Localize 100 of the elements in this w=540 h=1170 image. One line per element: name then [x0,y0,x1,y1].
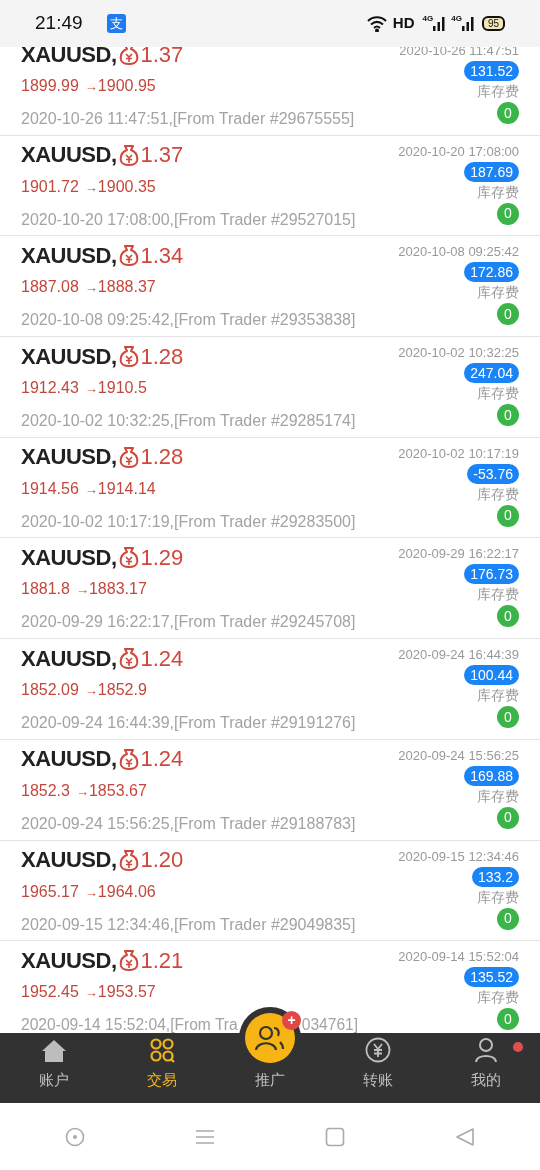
home-square-icon[interactable] [325,1126,345,1147]
tab[interactable]: 账户 [0,1033,108,1103]
promote-button[interactable] [245,1013,295,1063]
swap-badge: 0 [497,706,519,729]
money-bag-icon [118,345,139,368]
open-price: 1914.56 [21,478,79,499]
money-bag-icon [118,244,139,267]
close-price: 1852.9 [97,680,147,701]
lot-size: 1.24 [140,644,184,673]
symbol: XAUUSD, [21,745,117,774]
trade-note: 2020-09-15 12:34:46,[From Trader #29049835] [21,914,356,935]
arrow: → [75,581,89,600]
open-price: 1852.3 [21,780,70,801]
fee-label: 库存费 [477,283,519,303]
app-icon: 支 [106,14,126,33]
clock: 21:49 [35,11,83,36]
profit-badge: 247.04 [464,363,519,384]
trade-time: 2020-09-15 12:34:46 [398,847,519,865]
network-label: 4G [451,13,462,25]
open-price: 1965.17 [21,881,79,902]
trade-time: 2020-10-02 10:32:25 [398,344,519,362]
fee-label: 库存费 [477,887,519,907]
signal-icon [461,16,474,31]
person-icon [474,1036,498,1063]
profit-badge: 133.2 [471,866,519,887]
arrow: → [84,984,98,1003]
fee-label: 库存费 [477,686,519,706]
trade-note: 2020-09-14 15:52:04,[From Tra [21,1015,238,1033]
trade-note: 2020-10-08 09:25:42,[From Trader #29353838] [21,310,356,331]
profit-badge: 176.73 [464,564,519,585]
fee-label: 库存费 [477,988,519,1008]
tab[interactable]: 转账 [324,1033,432,1103]
open-price: 1852.09 [21,680,79,701]
lot-size: 1.24 [140,745,184,774]
home-icon [41,1038,67,1063]
arrow: → [84,178,98,197]
trade-note: 2020-09-24 15:56:25,[From Trader #29188783] [21,813,356,834]
swap-badge: 0 [497,1008,519,1031]
tab-label: 交易 [147,1069,177,1090]
arrow: → [84,380,98,399]
lot-size: 1.28 [140,342,184,371]
symbol: XAUUSD, [21,342,117,371]
lot-size: 1.28 [140,443,184,472]
arrow: → [84,682,98,701]
money-bag-icon [118,143,139,166]
back-icon[interactable] [455,1126,475,1147]
close-price: 1910.5 [97,378,147,399]
open-price: 1901.72 [21,176,79,197]
money-bag-icon [118,747,139,770]
profit-badge: 172.86 [464,262,519,283]
trade-note: 2020-10-26 11:47:51,[From Trader #29675555] [21,109,355,129]
fee-label: 库存费 [477,786,519,806]
swap-badge: 0 [497,605,519,628]
swap-badge: 0 [497,303,519,326]
money-bag-icon [118,848,139,871]
arrow: → [84,279,98,298]
profit-badge: 169.88 [464,765,519,786]
people-icon [254,1024,286,1052]
open-price: 1912.43 [21,378,79,399]
tab[interactable]: 交易 [108,1033,216,1103]
circle-dot-icon[interactable] [65,1126,85,1147]
profit-badge: 135.52 [464,967,519,988]
tab-label: 账户 [39,1069,69,1090]
fee-label: 库存费 [477,484,519,504]
arrow: → [84,480,98,499]
symbol: XAUUSD, [21,543,117,572]
money-bag-icon [118,445,139,468]
money-bag-icon [118,546,139,569]
trade-time: 2020-10-08 09:25:42 [398,243,519,261]
close-price: 1853.67 [88,780,147,801]
menu-icon[interactable] [195,1128,215,1145]
symbol: XAUUSD, [21,141,117,170]
tab-label: 我的 [471,1069,501,1090]
fee-label: 库存费 [477,182,519,202]
trade-note: 2020-09-29 16:22:17,[From Trader #29245708] [21,612,356,633]
fee-label: 库存费 [477,82,519,101]
trade-note: 2020-09-24 16:44:39,[From Trader #29191276] [21,713,356,734]
hd-indicator: HD [392,13,415,34]
money-bag-icon [118,949,139,972]
symbol: XAUUSD, [21,443,117,472]
swap-badge: 0 [497,907,519,930]
tab-label: 推广 [255,1069,285,1090]
open-price: 1881.8 [21,579,70,600]
swap-badge: 0 [497,806,519,829]
close-price: 1883.17 [88,579,147,600]
trade-time: 2020-10-02 10:17:19 [398,444,519,462]
lot-size: 1.21 [140,946,184,975]
swap-badge: 0 [497,102,519,124]
yen-icon [365,1036,391,1063]
swap-badge: 0 [497,504,519,527]
symbol: XAUUSD, [21,47,117,69]
money-bag-icon [118,47,139,65]
trade-time: 2020-09-29 16:22:17 [398,545,519,563]
trade-time: 2020-10-20 17:08:00 [398,142,519,160]
close-price: 1953.57 [97,982,156,1003]
tab[interactable]: 我的 [432,1033,540,1103]
open-price: 1899.99 [21,76,79,96]
close-price: 1900.95 [97,76,156,96]
wifi-icon [366,15,387,32]
tab[interactable]: 推广 [216,1071,324,1103]
